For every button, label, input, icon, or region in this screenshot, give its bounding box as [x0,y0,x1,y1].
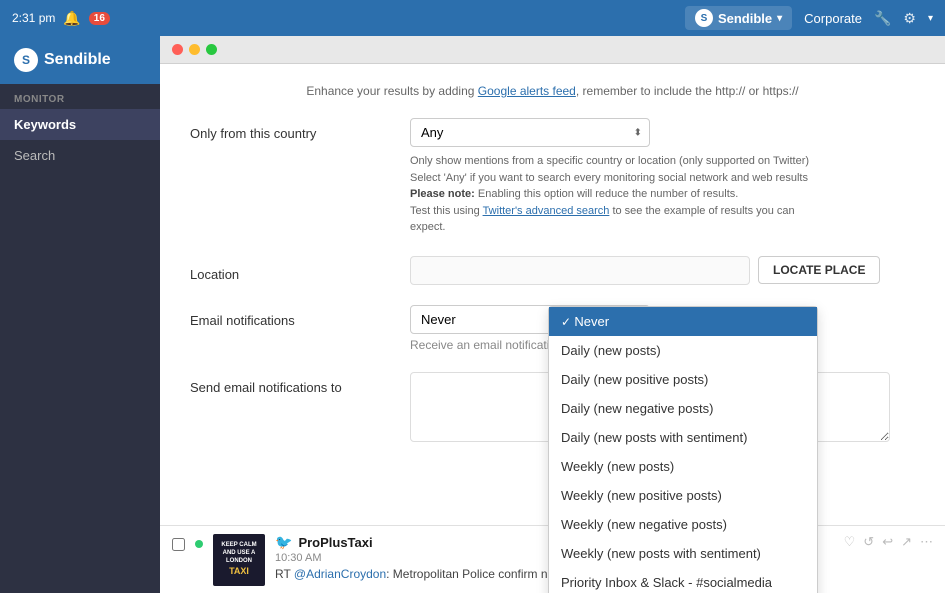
top-bar-right: S Sendible ▾ Corporate 🔧 ⚙ ▾ [685,6,933,30]
country-label: Only from this country [190,118,390,141]
thumb-line3: LONDON [226,558,252,566]
tweet-checkbox[interactable] [172,538,185,551]
notification-badge[interactable]: 16 [89,12,110,25]
top-bar: 2:31 pm 🔔 16 S Sendible ▾ Corporate 🔧 ⚙ … [0,0,945,36]
gear-caret-icon: ▾ [928,13,933,24]
tweet-username[interactable]: ProPlusTaxi [298,535,372,550]
tweet-action-share[interactable]: ↗ [901,534,912,550]
sidebar-logo: S Sendible [0,36,160,84]
dropdown-item-never[interactable]: Never [549,307,817,336]
sendible-circle-icon: S [695,9,713,27]
send-email-label: Send email notifications to [190,372,390,395]
tweet-actions: ♡ ↺ ↩ ↗ ⋯ [844,534,933,550]
tweet-mention[interactable]: @AdrianCroydon [294,567,386,581]
main-layout: S Sendible MONITOR Keywords Search Enhan… [0,36,945,593]
dropdown-item-weekly-positive[interactable]: Weekly (new positive posts) [549,481,817,510]
location-row: Location LOCATE PLACE [190,256,915,285]
tweet-action-reply[interactable]: ↩ [882,534,893,550]
bell-icon: 🔔 [63,10,80,27]
sidebar-logo-icon: S [14,48,38,72]
sidebar-logo-label: Sendible [44,51,111,69]
sidebar-section-monitor: MONITOR [0,84,160,109]
country-desc-note-label: Please note: [410,188,475,200]
dropdown-item-daily-negative[interactable]: Daily (new negative posts) [549,394,817,423]
twitter-icon: 🐦 [275,534,292,551]
country-control: Any ⬍ Only show mentions from a specific… [410,118,915,236]
country-select[interactable]: Any [410,118,650,147]
sendible-logo-top[interactable]: S Sendible ▾ [685,6,792,30]
location-control: LOCATE PLACE [410,256,915,285]
window-close-btn[interactable] [172,44,183,55]
country-desc-line2: Select 'Any' if you want to search every… [410,172,808,184]
tweet-action-retweet[interactable]: ↺ [863,534,874,550]
hint-suffix: , remember to include the http:// or htt… [576,84,799,98]
email-notif-label: Email notifications [190,305,390,328]
top-bar-left: 2:31 pm 🔔 16 [12,10,110,27]
location-input[interactable] [410,256,750,285]
thumb-line2: AND USE A [223,550,256,558]
thumb-taxi: TAXI [229,566,249,578]
window-minimize-btn[interactable] [189,44,200,55]
sendible-caret-icon: ▾ [777,13,782,24]
window-chrome [160,36,945,64]
corporate-label: Corporate [804,11,862,26]
country-select-wrapper: Any ⬍ [410,118,650,147]
tweet-action-more[interactable]: ⋯ [920,534,933,550]
dropdown-item-weekly-new[interactable]: Weekly (new posts) [549,452,817,481]
tweet-checkbox-col [172,534,185,551]
content-area: Enhance your results by adding Google al… [160,36,945,593]
country-desc-note: Enabling this option will reduce the num… [475,188,739,200]
tweet-rt-prefix: RT [275,567,294,581]
green-dot [195,540,203,548]
sidebar-item-search[interactable]: Search [0,140,160,171]
location-label: Location [190,259,390,282]
email-notif-dropdown: Never Daily (new posts) Daily (new posit… [548,306,818,593]
dropdown-item-daily-new[interactable]: Daily (new posts) [549,336,817,365]
thumb-line1: KEEP CALM [221,542,256,550]
country-row: Only from this country Any ⬍ Only show m… [190,118,915,236]
sidebar: S Sendible MONITOR Keywords Search [0,36,160,593]
sendible-label: Sendible [718,11,772,26]
dropdown-item-priority-slack[interactable]: Priority Inbox & Slack - #socialmedia [549,568,817,593]
gear-icon[interactable]: ⚙ [903,10,916,27]
country-description: Only show mentions from a specific count… [410,153,830,236]
locate-place-button[interactable]: LOCATE PLACE [758,256,880,284]
window-maximize-btn[interactable] [206,44,217,55]
hint-prefix: Enhance your results by adding [306,84,477,98]
dropdown-item-weekly-negative[interactable]: Weekly (new negative posts) [549,510,817,539]
dropdown-item-daily-positive[interactable]: Daily (new positive posts) [549,365,817,394]
tweet-thumbnail: KEEP CALM AND USE A LONDON TAXI [213,534,265,586]
wrench-icon[interactable]: 🔧 [874,10,891,27]
dropdown-item-weekly-sentiment[interactable]: Weekly (new posts with sentiment) [549,539,817,568]
clock: 2:31 pm [12,11,55,25]
twitter-advanced-search-link[interactable]: Twitter's advanced search [483,205,610,217]
country-desc-test: Test this using [410,205,483,217]
dropdown-item-daily-sentiment[interactable]: Daily (new posts with sentiment) [549,423,817,452]
hint-text: Enhance your results by adding Google al… [190,84,915,98]
google-alerts-link[interactable]: Google alerts feed [478,84,576,98]
country-desc-line1: Only show mentions from a specific count… [410,155,809,167]
sidebar-item-keywords[interactable]: Keywords [0,109,160,140]
tweet-action-heart[interactable]: ♡ [844,534,856,550]
